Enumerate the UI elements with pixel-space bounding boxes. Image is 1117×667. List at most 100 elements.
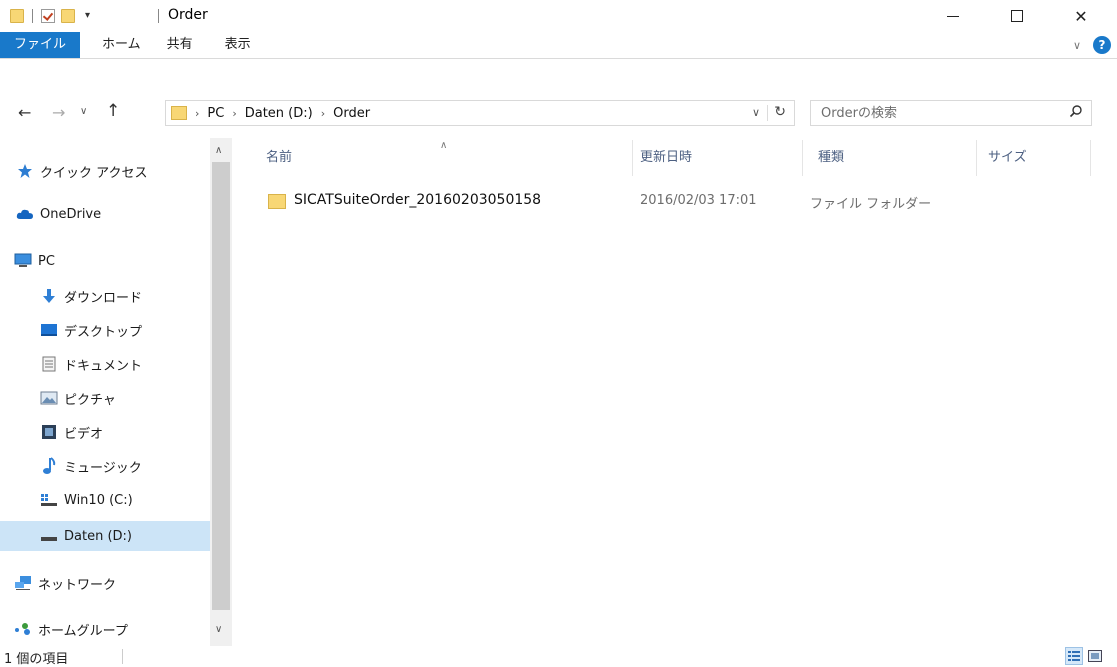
nav-item-documents[interactable]: ドキュメント — [0, 349, 210, 379]
document-icon — [40, 356, 58, 372]
nav-item-daten-drive[interactable]: Daten (D:) — [0, 521, 210, 551]
cloud-icon — [16, 206, 34, 222]
details-view-icon — [1068, 651, 1080, 661]
column-divider[interactable] — [802, 140, 803, 176]
homegroup-icon — [14, 621, 32, 637]
nav-label: ホームグループ — [38, 623, 128, 639]
nav-label: ピクチャ — [64, 392, 116, 408]
minimize-button[interactable] — [930, 0, 976, 32]
tab-view[interactable]: 表示 — [213, 32, 263, 58]
tab-share[interactable]: 共有 — [155, 32, 205, 58]
navigation-pane: クイック アクセス OneDrive PC ダウンロード デスクトップ ドキュメ… — [0, 138, 232, 646]
column-header-size[interactable]: サイズ — [988, 140, 1027, 176]
breadcrumb-folder[interactable]: Order — [333, 106, 370, 121]
nav-label: ドキュメント — [64, 358, 143, 374]
column-header-date[interactable]: 更新日時 — [640, 140, 692, 176]
title-divider — [158, 9, 159, 23]
nav-label: Daten (D:) — [64, 528, 132, 544]
column-divider[interactable] — [1090, 140, 1091, 176]
forward-arrow-icon[interactable]: → — [52, 103, 65, 122]
breadcrumb-separator-icon[interactable]: › — [232, 107, 236, 120]
scrollbar-thumb[interactable] — [212, 162, 230, 610]
nav-item-onedrive[interactable]: OneDrive — [0, 199, 210, 229]
folder-icon — [268, 194, 286, 209]
nav-item-downloads[interactable]: ダウンロード — [0, 281, 210, 311]
customize-toolbar-dropdown-icon[interactable]: ▾ — [85, 11, 90, 21]
folder-icon[interactable] — [10, 9, 24, 23]
nav-label: ミュージック — [64, 460, 142, 476]
ribbon-divider — [0, 58, 1117, 59]
address-bar[interactable]: › PC › Daten (D:) › Order ∨ ↻ — [165, 100, 795, 126]
maximize-button[interactable] — [994, 0, 1040, 32]
nav-item-network[interactable]: ネットワーク — [0, 568, 210, 598]
file-name: SICATSuiteOrder_20160203050158 — [294, 192, 542, 208]
status-bar: 1 個の項目 — [0, 646, 1117, 667]
breadcrumb-drive[interactable]: Daten (D:) — [245, 106, 313, 121]
details-view-button[interactable] — [1065, 647, 1083, 665]
large-icons-view-icon — [1088, 650, 1102, 662]
quick-access-toolbar: ▾ — [10, 6, 90, 26]
breadcrumb-separator-icon[interactable]: › — [195, 107, 199, 120]
file-date: 2016/02/03 17:01 — [640, 193, 757, 208]
nav-item-videos[interactable]: ビデオ — [0, 417, 210, 447]
search-input[interactable] — [811, 101, 1051, 125]
expand-ribbon-chevron-icon[interactable]: ∨ — [1073, 39, 1081, 52]
up-arrow-icon[interactable]: ↑ — [106, 101, 120, 121]
refresh-icon[interactable]: ↻ — [774, 104, 786, 120]
recent-locations-dropdown-icon[interactable]: ∨ — [80, 106, 87, 117]
network-icon — [14, 575, 32, 591]
ribbon-tabs: ファイル ホーム 共有 表示 — [0, 32, 1117, 58]
nav-item-quick-access[interactable]: クイック アクセス — [0, 156, 210, 186]
tab-home[interactable]: ホーム — [90, 32, 153, 58]
nav-label: ビデオ — [64, 426, 104, 442]
search-icon[interactable] — [1069, 104, 1083, 118]
nav-label: ネットワーク — [38, 577, 117, 593]
new-folder-icon[interactable] — [61, 9, 75, 23]
nav-label: Win10 (C:) — [64, 492, 133, 508]
address-divider — [767, 105, 768, 121]
close-button[interactable]: ✕ — [1058, 0, 1104, 32]
address-dropdown-icon[interactable]: ∨ — [752, 106, 760, 119]
maximize-icon — [1011, 10, 1023, 22]
column-divider[interactable] — [632, 140, 633, 176]
tab-file[interactable]: ファイル — [0, 32, 81, 58]
nav-label: OneDrive — [40, 206, 102, 222]
column-header-type[interactable]: 種類 — [818, 140, 844, 176]
video-icon — [40, 424, 58, 440]
file-row[interactable]: SICATSuiteOrder_20160203050158 2016/02/0… — [258, 188, 1098, 216]
nav-label: ダウンロード — [64, 290, 143, 306]
breadcrumb-separator-icon[interactable]: › — [321, 107, 325, 120]
nav-item-homegroup[interactable]: ホームグループ — [0, 614, 210, 644]
desktop-icon — [40, 322, 58, 338]
status-divider — [122, 649, 123, 664]
star-icon — [16, 163, 34, 179]
download-arrow-icon — [40, 288, 58, 304]
nav-label: デスクトップ — [64, 324, 143, 340]
scroll-down-arrow-icon[interactable]: ∨ — [215, 624, 222, 635]
column-divider[interactable] — [976, 140, 977, 176]
properties-icon[interactable] — [41, 9, 55, 23]
close-icon: ✕ — [1074, 6, 1088, 26]
title-bar: ▾ Order ✕ — [0, 0, 1117, 32]
nav-item-music[interactable]: ミュージック — [0, 451, 210, 481]
picture-icon — [40, 390, 58, 406]
search-box[interactable] — [810, 100, 1092, 126]
scroll-up-arrow-icon[interactable]: ∧ — [215, 145, 222, 156]
nav-item-pictures[interactable]: ピクチャ — [0, 383, 210, 413]
toolbar-divider — [32, 9, 33, 23]
nav-item-pc[interactable]: PC — [0, 246, 210, 276]
nav-item-desktop[interactable]: デスクトップ — [0, 315, 210, 345]
help-icon[interactable]: ? — [1093, 36, 1111, 54]
column-header-name[interactable]: 名前 — [266, 140, 292, 176]
window-title: Order — [168, 7, 208, 23]
nav-label: クイック アクセス — [40, 165, 148, 181]
music-note-icon — [40, 457, 58, 474]
nav-item-win10-drive[interactable]: Win10 (C:) — [0, 485, 210, 515]
back-arrow-icon[interactable]: ← — [18, 103, 31, 122]
address-folder-icon — [171, 106, 187, 120]
nav-label: PC — [38, 253, 55, 269]
breadcrumb-pc[interactable]: PC — [207, 106, 224, 121]
drive-icon — [40, 528, 58, 544]
minimize-icon — [947, 15, 959, 17]
large-icons-view-button[interactable] — [1086, 647, 1104, 665]
